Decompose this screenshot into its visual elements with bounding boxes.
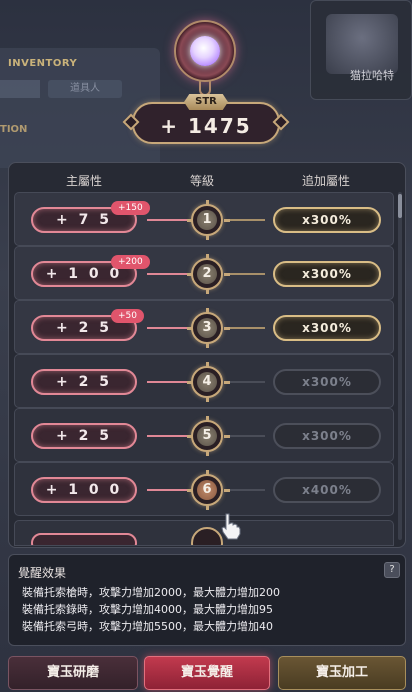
extra-attribute-pill: x300% xyxy=(273,423,381,449)
level-medallion-icon: 5 xyxy=(187,416,230,456)
character-avatar xyxy=(326,14,398,74)
column-header-extra: 追加屬性 xyxy=(302,174,351,188)
level-medallion-icon: 1 xyxy=(187,200,230,240)
jewel-awaken-button[interactable]: 寶玉覺醒 xyxy=(144,656,270,690)
connector-line xyxy=(147,273,189,275)
medallion-tick xyxy=(205,450,209,456)
level-number: 4 xyxy=(197,372,217,392)
extra-attribute-pill: x300% xyxy=(273,207,381,233)
medallion-tick xyxy=(187,434,193,438)
main-attribute-pill: + 2 5 xyxy=(31,423,137,449)
list-item[interactable]: + 2 5 5 x300% xyxy=(14,408,394,462)
main-attribute-pill xyxy=(31,533,137,545)
list-item[interactable]: + 2 5 4 x300% xyxy=(14,354,394,408)
medallion-tick xyxy=(205,416,209,422)
scrollbar-thumb[interactable] xyxy=(398,194,402,218)
level-number: 6 xyxy=(197,480,217,500)
extra-attribute-pill: x300% xyxy=(273,369,381,395)
main-attribute-pill: + 2 5 xyxy=(31,369,137,395)
extra-attribute-pill: x300% xyxy=(273,261,381,287)
connector-line xyxy=(227,381,265,383)
stat-value: + 1475 xyxy=(160,114,252,138)
connector-line xyxy=(147,219,189,221)
jewel-process-button[interactable]: 寶玉加工 xyxy=(278,656,406,690)
medallion-tick xyxy=(205,288,209,294)
list-item[interactable]: + 1 0 0 6 x400% xyxy=(14,462,394,516)
medallion-tick xyxy=(224,380,230,384)
medallion-tick xyxy=(224,488,230,492)
medallion-tick xyxy=(224,272,230,276)
medallion-tick xyxy=(205,200,209,206)
effect-title: 覺醒效果 xyxy=(18,566,67,580)
connector-line xyxy=(227,489,265,491)
medallion-tick xyxy=(205,342,209,348)
bonus-badge: +200 xyxy=(111,255,150,269)
column-header-main: 主屬性 xyxy=(66,174,103,188)
level-number: 3 xyxy=(197,318,217,338)
background-inventory-label: INVENTORY xyxy=(8,58,78,69)
list-item[interactable]: + 7 5 +150 1 x300% xyxy=(14,192,394,246)
medallion-tick xyxy=(224,326,230,330)
background-tab-label: 道具人 xyxy=(48,80,122,98)
connector-line xyxy=(147,327,189,329)
medallion-tick xyxy=(205,234,209,240)
effect-line: 裝備托索弓時，攻擊力增加5500，最大體力增加40 xyxy=(22,620,273,633)
medallion-tick xyxy=(187,326,193,330)
background-section-label: TION xyxy=(0,124,28,135)
jewel-polish-button[interactable]: 寶玉研磨 xyxy=(8,656,138,690)
level-medallion-icon xyxy=(191,527,223,545)
connector-line xyxy=(227,327,265,329)
scrollbar-track[interactable] xyxy=(398,192,402,540)
character-name: 猫拉哈特 xyxy=(350,69,394,82)
connector-line xyxy=(147,489,189,491)
help-button[interactable]: ? xyxy=(384,562,400,578)
effect-line: 裝備托索錄時，攻擊力增加4000，最大體力增加95 xyxy=(22,603,273,616)
list-item-partial xyxy=(14,520,394,546)
medallion-tick xyxy=(187,380,193,384)
orb-pendant xyxy=(199,80,211,96)
list-item[interactable]: + 2 5 +50 3 x300% xyxy=(14,300,394,354)
list-item[interactable]: + 1 0 0 +200 2 x300% xyxy=(14,246,394,300)
extra-attribute-pill: x300% xyxy=(273,315,381,341)
connector-line xyxy=(227,273,265,275)
medallion-tick xyxy=(187,218,193,222)
level-number: 5 xyxy=(197,426,217,446)
level-number: 1 xyxy=(197,210,217,230)
effect-line: 裝備托索槍時，攻擊力增加2000，最大體力增加200 xyxy=(22,586,280,599)
medallion-tick xyxy=(205,254,209,260)
connector-line xyxy=(147,381,189,383)
medallion-tick xyxy=(187,488,193,492)
main-attribute-pill: + 1 0 0 xyxy=(31,477,137,503)
medallion-tick xyxy=(205,470,209,476)
medallion-tick xyxy=(205,308,209,314)
column-header-level: 等級 xyxy=(190,174,215,188)
medallion-tick xyxy=(205,362,209,368)
medallion-tick xyxy=(224,218,230,222)
level-medallion-icon: 6 xyxy=(187,470,230,510)
connector-line xyxy=(227,435,265,437)
connector-line xyxy=(147,435,189,437)
stat-label: STR xyxy=(184,94,228,110)
medallion-tick xyxy=(205,396,209,402)
level-medallion-icon: 2 xyxy=(187,254,230,294)
connector-line xyxy=(227,219,265,221)
bonus-badge: +150 xyxy=(111,201,150,215)
medallion-tick xyxy=(205,504,209,510)
bonus-badge: +50 xyxy=(111,309,144,323)
extra-attribute-pill: x400% xyxy=(273,477,381,503)
orb-core xyxy=(190,36,220,66)
level-number: 2 xyxy=(197,264,217,284)
medallion-tick xyxy=(187,272,193,276)
crystal-orb-icon xyxy=(174,20,236,96)
hand-cursor-icon xyxy=(221,513,241,540)
level-medallion-icon: 4 xyxy=(187,362,230,402)
background-tab xyxy=(0,80,40,98)
medallion-tick xyxy=(224,434,230,438)
level-medallion-icon: 3 xyxy=(187,308,230,348)
